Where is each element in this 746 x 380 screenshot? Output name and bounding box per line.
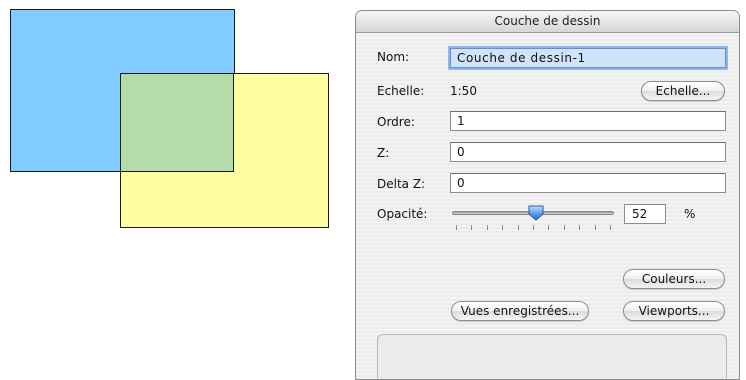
echelle-value: 1:50 xyxy=(450,84,477,98)
layer-palette: Couche de dessin Nom: Couche de dessin-1… xyxy=(355,10,740,380)
echelle-label: Echelle: xyxy=(377,84,425,98)
z-label: Z: xyxy=(377,146,390,160)
delta-z-field[interactable]: 0 xyxy=(450,173,726,193)
nom-label: Nom: xyxy=(377,50,410,64)
opacity-slider-tick xyxy=(610,225,611,230)
overlap-region xyxy=(121,74,234,171)
opacity-slider-tick xyxy=(548,225,550,230)
blue-rectangle-bottom-edge xyxy=(120,171,234,172)
opacity-slider-tick xyxy=(517,225,519,230)
opacity-slider-tick xyxy=(456,225,457,230)
viewports-button[interactable]: Viewports... xyxy=(623,301,725,321)
vues-enregistrees-button[interactable]: Vues enregistrées... xyxy=(451,301,589,321)
ordre-label: Ordre: xyxy=(377,115,415,129)
delta-z-label: Delta Z: xyxy=(377,177,426,191)
ordre-field[interactable]: 1 xyxy=(450,111,726,131)
opacite-label: Opacité: xyxy=(377,207,428,221)
yellow-rectangle-left-edge xyxy=(120,73,121,172)
opacity-slider-thumb[interactable] xyxy=(527,204,545,222)
opacity-slider-tick xyxy=(486,225,488,230)
nom-field[interactable]: Couche de dessin-1 xyxy=(450,48,726,68)
opacity-percent-unit: % xyxy=(684,207,696,221)
opacity-slider-tick xyxy=(579,225,581,230)
z-field[interactable]: 0 xyxy=(450,142,726,162)
couleurs-button[interactable]: Couleurs... xyxy=(623,269,725,289)
opacity-slider-tick xyxy=(471,225,473,230)
blue-rectangle-right-edge xyxy=(233,73,234,172)
opacity-slider-tick xyxy=(502,225,504,230)
opacity-slider-tick xyxy=(594,225,596,230)
bottom-group-box xyxy=(377,334,727,379)
opacity-slider-tick xyxy=(563,225,565,230)
opacity-slider-tick xyxy=(533,225,534,230)
opacity-field[interactable]: 52 xyxy=(624,204,666,224)
palette-title[interactable]: Couche de dessin xyxy=(356,11,739,33)
echelle-button[interactable]: Echelle... xyxy=(641,81,725,101)
